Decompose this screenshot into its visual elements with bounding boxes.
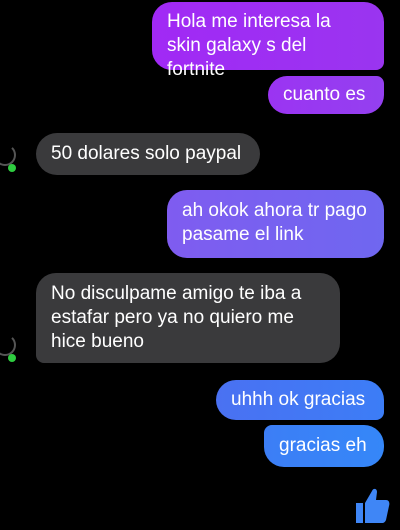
avatar-edge xyxy=(0,144,16,166)
sent-message-1[interactable]: Hola me interesa la skin galaxy s del fo… xyxy=(152,2,384,80)
sent-message-2[interactable]: cuanto es xyxy=(268,76,384,114)
like-button[interactable] xyxy=(352,485,392,525)
contact-avatar-2[interactable] xyxy=(0,334,18,366)
thumbs-up-icon xyxy=(356,488,390,523)
sent-message-5[interactable]: gracias eh xyxy=(264,425,384,467)
active-status-dot xyxy=(8,354,16,362)
received-message-2[interactable]: No disculpame amigo te iba a estafar per… xyxy=(36,273,340,363)
active-status-dot xyxy=(8,164,16,172)
avatar-edge xyxy=(0,334,16,356)
received-message-1[interactable]: 50 dolares solo paypal xyxy=(36,133,260,175)
sent-message-3[interactable]: ah okok ahora tr pago pasame el link xyxy=(167,190,384,258)
sent-message-4[interactable]: uhhh ok gracias xyxy=(216,380,384,420)
contact-avatar-1[interactable] xyxy=(0,144,18,176)
